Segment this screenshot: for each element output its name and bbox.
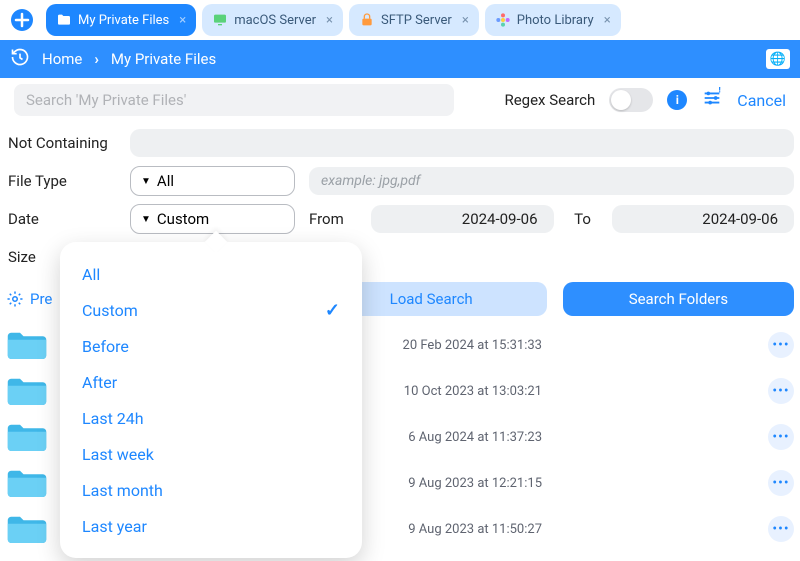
date-option-before[interactable]: Before <box>60 328 362 364</box>
date-option-last-week[interactable]: Last week <box>60 436 362 472</box>
date-option-last-24h[interactable]: Last 24h <box>60 400 362 436</box>
folder-icon <box>6 420 48 454</box>
search-folders-button[interactable]: Search Folders <box>563 282 794 316</box>
more-button[interactable]: ••• <box>768 424 794 450</box>
filter-not-containing: Not Containing <box>6 124 794 162</box>
lock-icon <box>359 12 375 28</box>
tab-label: macOS Server <box>234 13 316 28</box>
tab-macos-server[interactable]: macOS Server × <box>202 4 343 36</box>
tab-bar: My Private Files × macOS Server × SFTP S… <box>0 0 800 40</box>
more-button[interactable]: ••• <box>768 332 794 358</box>
file-date: 9 Aug 2023 at 12:21:15 <box>408 476 542 491</box>
search-input[interactable] <box>14 84 454 116</box>
file-type-dropdown[interactable]: ▼ All <box>130 166 295 196</box>
date-value: 2024-09-06 <box>624 210 783 228</box>
monitor-icon <box>212 12 228 28</box>
more-button[interactable]: ••• <box>768 378 794 404</box>
dropdown-value: All <box>157 172 174 190</box>
from-label: From <box>309 210 357 228</box>
folder-icon <box>6 374 48 408</box>
regex-search-label: Regex Search <box>504 91 595 109</box>
filter-label: Date <box>6 210 116 228</box>
tab-label: My Private Files <box>78 13 169 28</box>
tab-label: Photo Library <box>517 13 594 28</box>
flower-icon <box>495 12 511 28</box>
not-containing-input[interactable] <box>130 129 794 157</box>
filter-label: File Type <box>6 172 116 190</box>
tab-sftp-server[interactable]: SFTP Server × <box>349 4 479 36</box>
filter-file-type: File Type ▼ All example: jpg,pdf <box>6 162 794 200</box>
date-dropdown-menu: All Custom✓ Before After Last 24h Last w… <box>60 242 362 558</box>
search-bar: Regex Search i ! Cancel <box>0 78 800 122</box>
folder-icon <box>6 466 48 500</box>
date-value: 2024-09-06 <box>383 210 542 228</box>
filter-date: Date ▼ Custom From 2024-09-06 To 2024-09… <box>6 200 794 238</box>
from-date-input[interactable]: 2024-09-06 <box>371 205 554 233</box>
plus-circle-icon <box>10 8 34 32</box>
chevron-down-icon: ▼ <box>141 176 151 187</box>
history-icon[interactable] <box>10 47 30 71</box>
to-label: To <box>568 210 598 228</box>
file-date: 6 Aug 2024 at 11:37:23 <box>408 430 542 445</box>
date-option-custom[interactable]: Custom✓ <box>60 292 362 328</box>
more-button[interactable]: ••• <box>768 516 794 542</box>
breadcrumb-home[interactable]: Home <box>42 50 82 68</box>
presets-button[interactable]: Pre <box>6 290 52 308</box>
folder-icon <box>6 512 48 546</box>
date-option-last-year[interactable]: Last year <box>60 508 362 544</box>
file-date: 20 Feb 2024 at 15:31:33 <box>403 338 542 353</box>
file-date: 9 Aug 2023 at 11:50:27 <box>408 522 542 537</box>
chevron-down-icon: ▼ <box>141 214 151 225</box>
tab-my-private-files[interactable]: My Private Files × <box>46 4 196 36</box>
date-dropdown[interactable]: ▼ Custom <box>130 204 295 234</box>
folder-icon <box>56 12 72 28</box>
breadcrumb-current[interactable]: My Private Files <box>111 50 216 68</box>
to-date-input[interactable]: 2024-09-06 <box>612 205 795 233</box>
chevron-right-icon: › <box>94 50 99 68</box>
close-icon[interactable]: × <box>179 13 186 28</box>
svg-text:!: ! <box>719 87 721 96</box>
globe-icon[interactable]: 🌐 <box>766 49 790 69</box>
dropdown-value: Custom <box>157 210 209 228</box>
filter-label: Not Containing <box>6 134 116 152</box>
filter-settings-icon[interactable]: ! <box>701 87 723 113</box>
add-tab-button[interactable] <box>4 4 40 36</box>
regex-toggle[interactable] <box>609 88 653 112</box>
close-icon[interactable]: × <box>326 13 333 28</box>
date-option-after[interactable]: After <box>60 364 362 400</box>
file-type-example[interactable]: example: jpg,pdf <box>309 167 794 195</box>
folder-icon <box>6 328 48 362</box>
tab-label: SFTP Server <box>381 13 452 28</box>
cancel-button[interactable]: Cancel <box>737 91 786 110</box>
date-option-all[interactable]: All <box>60 256 362 292</box>
close-icon[interactable]: × <box>604 13 611 28</box>
presets-label: Pre <box>30 290 52 308</box>
breadcrumb-bar: Home › My Private Files 🌐 <box>0 40 800 78</box>
close-icon[interactable]: × <box>462 13 469 28</box>
info-icon[interactable]: i <box>667 90 687 110</box>
more-button[interactable]: ••• <box>768 470 794 496</box>
file-date: 10 Oct 2023 at 13:03:21 <box>404 384 542 399</box>
tab-photo-library[interactable]: Photo Library × <box>485 4 621 36</box>
date-option-last-month[interactable]: Last month <box>60 472 362 508</box>
check-icon: ✓ <box>325 300 340 321</box>
gear-icon <box>6 290 24 308</box>
